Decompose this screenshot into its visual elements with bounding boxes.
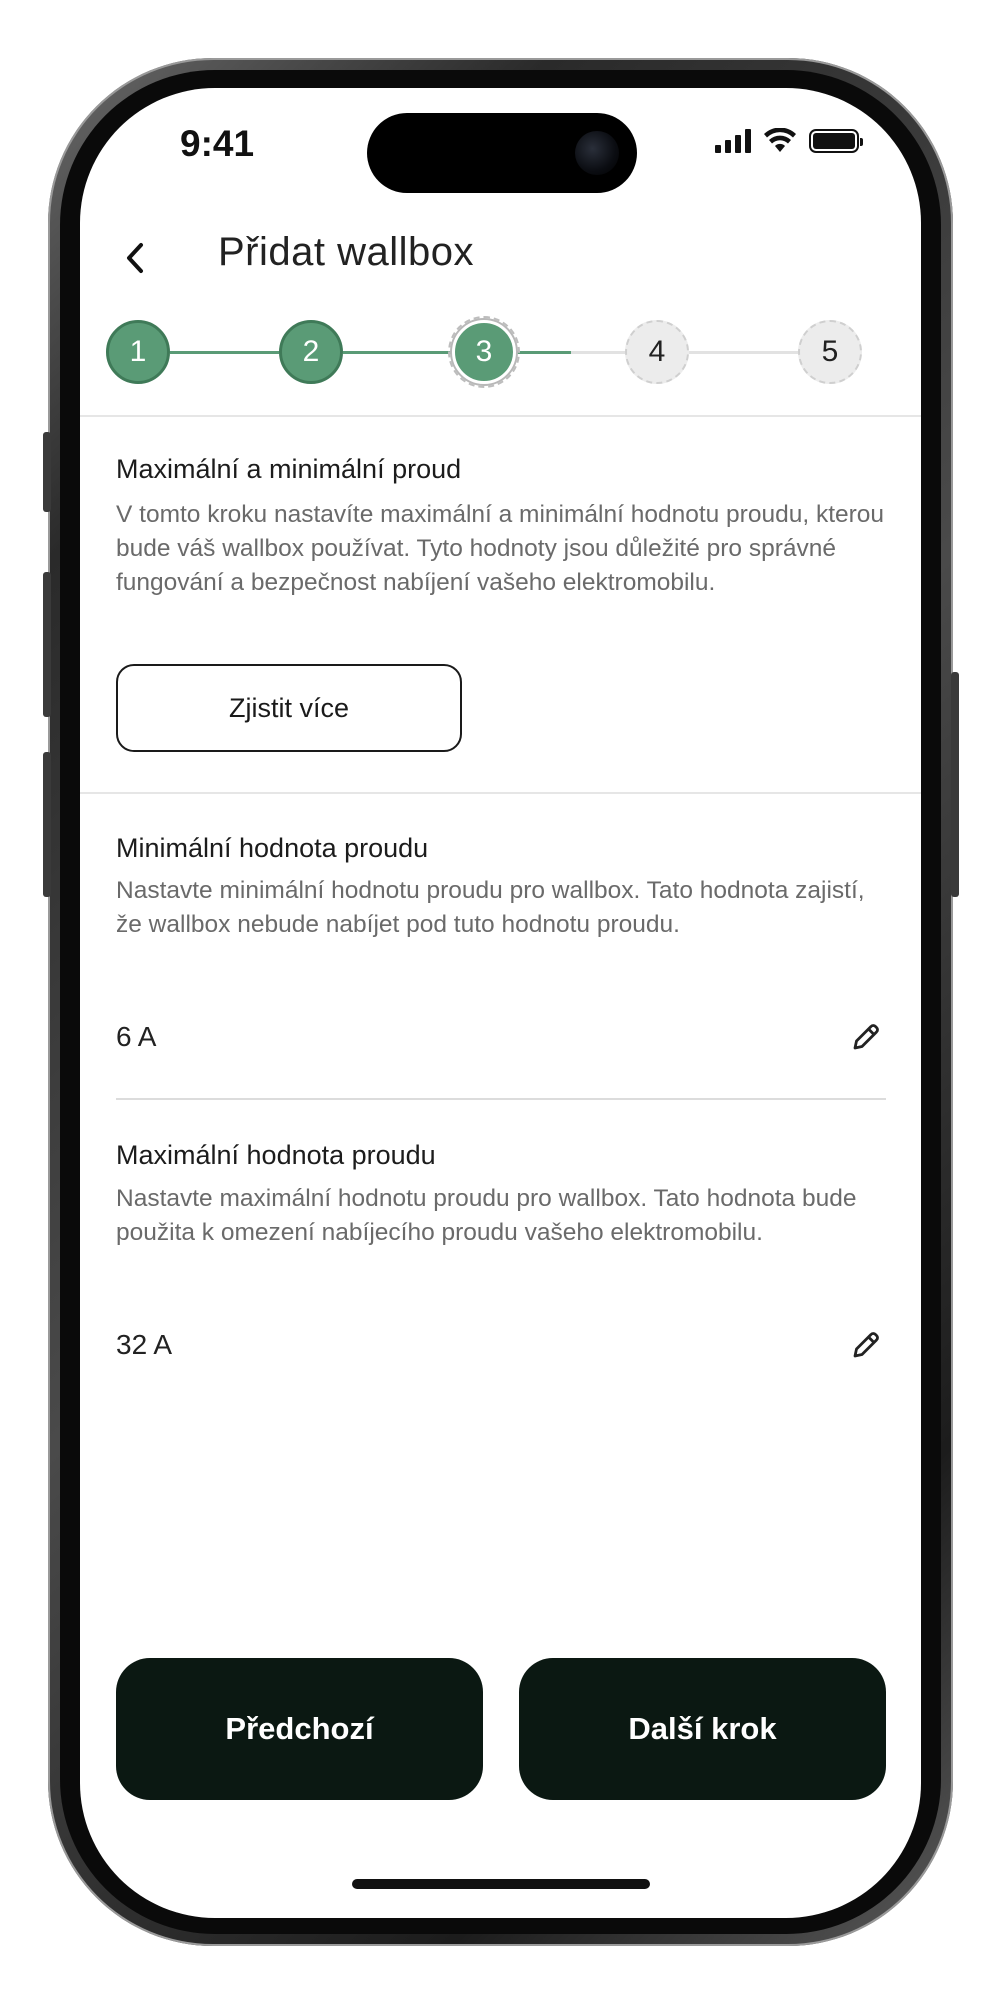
home-indicator [352,1879,650,1889]
intro-description: V tomto kroku nastavíte maximální a mini… [116,501,885,596]
min-current-row: 6 A [116,1012,886,1062]
next-step-button[interactable]: Další krok [519,1658,886,1800]
max-current-description: Nastavte maximální hodnotu proudu pro wa… [116,1185,857,1246]
previous-button[interactable]: Předchozí [116,1658,483,1800]
progress-stepper: 1 2 3 4 5 [106,316,886,390]
phone-power-button [951,672,959,897]
step-5[interactable]: 5 [798,320,862,384]
status-time: 9:41 [180,123,255,164]
chevron-left-icon [127,243,143,273]
section-divider [80,792,921,794]
wifi-icon [764,128,796,152]
step-2[interactable]: 2 [279,320,343,384]
step-connector [516,351,625,354]
camera-icon [575,131,619,175]
phone-volume-down-button [43,752,51,897]
max-current-row: 32 A [116,1320,886,1370]
pencil-icon[interactable] [846,1325,886,1365]
phone-action-button [43,432,51,512]
status-icons [715,128,863,154]
step-connector [343,351,452,354]
step-connector [170,351,279,354]
learn-more-button[interactable]: Zjistit více [116,664,462,752]
row-divider [116,1098,886,1100]
step-1[interactable]: 1 [106,320,170,384]
app-screen: 9:41 Přidat wallbox 1 2 3 4 5 Maximální … [80,88,921,1918]
page-title: Přidat wallbox [218,230,475,274]
max-current-value: 32 A [116,1329,173,1360]
step-3[interactable]: 3 [448,316,520,388]
max-current-title: Maximální hodnota proudu [116,1140,436,1170]
step-connector [689,351,798,354]
battery-icon [809,129,863,153]
phone-volume-up-button [43,572,51,717]
cellular-signal-icon [715,129,751,153]
step-4[interactable]: 4 [625,320,689,384]
min-current-description: Nastavte minimální hodnotu proudu pro wa… [116,877,865,938]
section-divider [80,415,921,417]
dynamic-island [367,113,637,193]
pencil-icon[interactable] [846,1017,886,1057]
back-button[interactable] [110,233,160,283]
min-current-value: 6 A [116,1021,157,1052]
intro-title: Maximální a minimální proud [116,454,462,484]
min-current-title: Minimální hodnota proudu [116,833,429,863]
